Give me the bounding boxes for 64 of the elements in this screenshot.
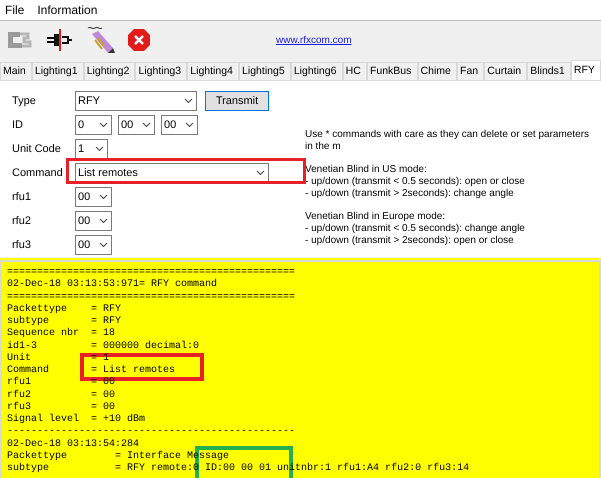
chevron-icon bbox=[99, 194, 108, 200]
log-line: 02-Dec-18 03:13:54:284 bbox=[7, 438, 140, 450]
tab[interactable]: Lighting2 bbox=[84, 62, 136, 80]
log-line: rfu2 = 00 bbox=[7, 390, 116, 402]
dropdown[interactable]: 00 bbox=[161, 115, 198, 135]
note-text: - up/down (transmit > 2seconds): open or close bbox=[305, 235, 515, 247]
tab[interactable]: Lighting3 bbox=[135, 62, 188, 80]
chevron-icon bbox=[184, 98, 193, 104]
tab[interactable]: RFY bbox=[570, 60, 601, 80]
dropdown[interactable]: 00 bbox=[75, 235, 112, 255]
field-label: Type bbox=[12, 94, 37, 109]
dropdown[interactable]: 1 bbox=[75, 139, 108, 159]
tab[interactable]: FunkBus bbox=[366, 62, 418, 80]
tab[interactable]: Lighting1 bbox=[32, 62, 84, 80]
log-line: Sequence nbr = 18 bbox=[7, 328, 116, 340]
plug-icon[interactable] bbox=[45, 26, 73, 54]
log-line: ------------------------------------------------ bbox=[7, 426, 296, 438]
field-label: rfu3 bbox=[12, 238, 32, 253]
website-link[interactable]: www.rfxcom.com bbox=[276, 32, 352, 48]
tab[interactable]: Main bbox=[0, 62, 32, 80]
dropdown[interactable]: RFY bbox=[75, 91, 197, 111]
tab[interactable]: Lighting6 bbox=[290, 62, 343, 80]
stop-icon[interactable] bbox=[127, 28, 151, 52]
tab[interactable]: Curtain bbox=[484, 62, 528, 80]
chevron-icon bbox=[95, 146, 104, 152]
transmit-button[interactable]: Transmit bbox=[205, 91, 269, 111]
chevron-icon bbox=[256, 170, 265, 176]
dropdown[interactable]: 0 bbox=[75, 115, 112, 135]
log-line: ================================================ bbox=[7, 292, 296, 304]
log-line: Command = List remotes bbox=[7, 365, 176, 376]
chevron-icon bbox=[185, 122, 194, 128]
log-line: Signal level = +10 dBm bbox=[7, 414, 146, 426]
field-label: rfu2 bbox=[12, 214, 32, 229]
chevron-icon bbox=[99, 218, 108, 224]
tab[interactable]: Fan bbox=[457, 62, 484, 80]
dropdown[interactable]: List remotes bbox=[75, 163, 269, 183]
menu-item[interactable]: File bbox=[5, 1, 24, 19]
log-line: ================================================ bbox=[7, 267, 296, 278]
log-line: subtype = RFY bbox=[7, 316, 122, 328]
chevron-icon bbox=[99, 122, 108, 128]
field-label: Unit Code bbox=[12, 142, 62, 157]
log-line: rfu3 = 00 bbox=[7, 402, 116, 414]
tab[interactable]: Blinds1 bbox=[527, 62, 571, 80]
note-text: - up/down (transmit < 0.5 seconds): change angle bbox=[305, 223, 526, 235]
menu-item[interactable]: Information bbox=[37, 1, 98, 19]
chevron-icon bbox=[142, 122, 151, 128]
log-line: Packettype = RFY bbox=[7, 304, 122, 316]
log-line: id1-3 = 000000 decimal:0 bbox=[7, 340, 200, 352]
note-text: Venetian Blind in Europe mode: bbox=[305, 211, 446, 223]
log-line: 02-Dec-18 03:13:53:971= RFY command bbox=[7, 279, 218, 292]
dropdown[interactable]: 00 bbox=[75, 211, 112, 231]
dropdown[interactable]: 00 bbox=[118, 115, 155, 135]
field-label: rfu1 bbox=[12, 190, 32, 205]
tab[interactable]: Lighting4 bbox=[187, 62, 240, 80]
chevron-icon bbox=[99, 242, 108, 248]
field-label: Command bbox=[12, 166, 64, 181]
field-label: ID bbox=[12, 118, 24, 133]
note-text: Venetian Blind in US mode: bbox=[305, 164, 428, 176]
dropdown[interactable]: 00 bbox=[75, 187, 112, 207]
note-text: - up/down (transmit > 2seconds): change angle bbox=[305, 188, 515, 200]
tab[interactable]: HC bbox=[342, 62, 367, 80]
note-text: Use * commands with care as they can delete or set parameters in the m bbox=[305, 129, 590, 153]
tab[interactable]: Lighting5 bbox=[239, 62, 291, 80]
tab[interactable]: Chime bbox=[418, 62, 458, 80]
